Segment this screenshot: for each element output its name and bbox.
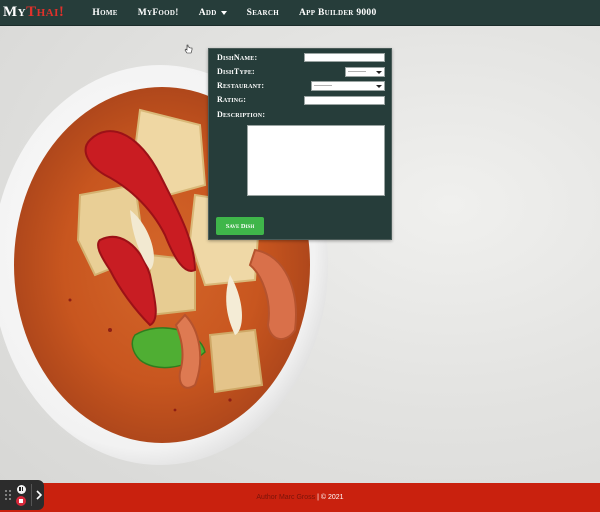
save-dish-button[interactable]: Save Dish — [216, 217, 264, 235]
dish-name-input[interactable] — [304, 53, 385, 62]
select-chevron-icon — [376, 84, 382, 88]
nav-add-label: Add — [198, 7, 217, 18]
dish-name-row: DishName: — [217, 53, 257, 62]
brand-part-thai: Thai! — [26, 4, 65, 20]
dish-type-label: DishType: — [217, 67, 255, 76]
nav-app-builder[interactable]: App Builder 9000 — [289, 0, 387, 26]
description-textarea[interactable] — [247, 125, 385, 196]
restaurant-select[interactable]: --------- — [311, 81, 385, 91]
dish-name-label: DishName: — [217, 53, 258, 62]
description-row: Description: — [217, 110, 265, 119]
caret-down-icon — [220, 10, 227, 15]
recorder-divider — [31, 484, 32, 506]
stop-icon[interactable] — [16, 495, 26, 506]
footer-author: Author Marc Gross — [256, 494, 316, 501]
drag-grip-icon[interactable] — [5, 490, 13, 500]
footer-copyright: | © 2021 — [317, 494, 344, 501]
add-dish-form: DishName: DishType: --------- Restaurant… — [208, 48, 392, 240]
select-chevron-icon — [376, 70, 382, 74]
recorder-controls — [16, 484, 26, 506]
nav-add-dropdown[interactable]: Add — [189, 0, 237, 26]
hand-cursor-icon — [184, 44, 193, 54]
restaurant-row: Restaurant: — [217, 81, 264, 90]
rating-input[interactable] — [304, 96, 385, 105]
nav-search[interactable]: Search — [237, 0, 289, 26]
brand-part-my: My — [3, 4, 27, 20]
brand-logo[interactable]: My Thai! — [0, 4, 82, 21]
dish-type-row: DishType: — [217, 67, 255, 76]
restaurant-selected: --------- — [314, 83, 332, 89]
rating-label: Rating: — [217, 95, 247, 104]
dish-type-select[interactable]: --------- — [345, 67, 385, 77]
nav-home[interactable]: Home — [82, 0, 127, 26]
rating-row: Rating: — [217, 95, 246, 104]
dish-type-selected: --------- — [348, 69, 366, 75]
screen-recorder-widget — [0, 480, 44, 510]
restaurant-label: Restaurant: — [217, 81, 265, 90]
pause-icon[interactable] — [16, 484, 26, 494]
expand-arrow-icon[interactable] — [36, 490, 42, 500]
description-label: Description: — [217, 110, 266, 119]
footer: Author Marc Gross | © 2021 — [0, 483, 600, 512]
top-navbar: My Thai! Home MyFood! Add Search App Bui… — [0, 0, 600, 26]
nav-myfood[interactable]: MyFood! — [128, 0, 189, 26]
